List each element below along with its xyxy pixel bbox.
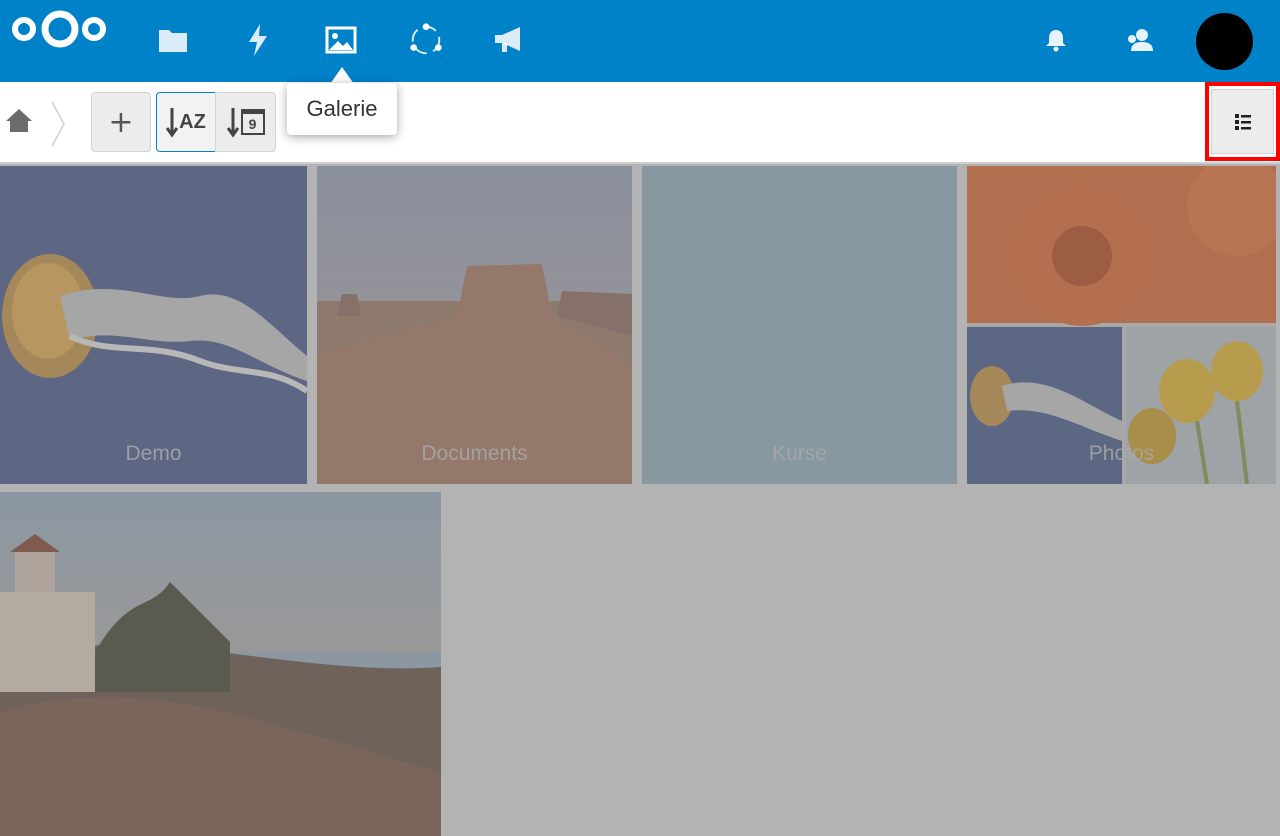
list-view-button[interactable] (1205, 82, 1280, 161)
sort-by-date-button[interactable]: 9 (215, 92, 276, 152)
contacts-icon[interactable] (1122, 22, 1158, 58)
add-button[interactable]: + (91, 92, 151, 152)
sort-by-name-button[interactable]: AZ (156, 92, 216, 152)
circles-icon[interactable] (408, 22, 444, 58)
top-header (0, 0, 1280, 82)
album-photos[interactable]: Photos (967, 166, 1276, 484)
desert-thumbnail (317, 166, 632, 484)
list-view-icon (1211, 89, 1274, 154)
image-lighthouse[interactable] (0, 492, 441, 836)
home-icon[interactable] (4, 106, 34, 136)
gallery-tooltip: Galerie (287, 83, 397, 135)
user-avatar[interactable] (1196, 13, 1253, 70)
album-label: Kurse (772, 442, 827, 465)
sort-arrow-icon (166, 108, 179, 138)
sort-arrow-icon (226, 108, 239, 138)
activity-icon[interactable] (240, 22, 276, 58)
album-kurse[interactable]: Kurse (642, 166, 957, 484)
lighthouse-thumbnail (0, 492, 441, 836)
album-label: Demo (125, 442, 182, 465)
sort-name-label: AZ (179, 110, 206, 133)
album-demo[interactable]: Demo (0, 166, 307, 484)
files-icon[interactable] (155, 22, 191, 58)
album-label: Photos (1088, 442, 1155, 465)
gallery-icon[interactable] (323, 22, 359, 58)
album-label: Documents (421, 442, 528, 465)
breadcrumb-separator-icon (48, 100, 68, 152)
tooltip-arrow (330, 67, 354, 84)
nextcloud-logo[interactable] (8, 6, 108, 56)
announcements-icon[interactable] (492, 22, 528, 58)
calendar-icon: 9 (240, 109, 265, 135)
breadcrumb-toolbar: + AZ 9 (0, 82, 1280, 164)
notifications-icon[interactable] (1038, 22, 1074, 58)
jellyfish-thumbnail (0, 166, 307, 484)
photos-collage-thumbnail (967, 166, 1276, 484)
album-documents[interactable]: Documents (317, 166, 632, 484)
plus-icon: + (108, 104, 134, 140)
